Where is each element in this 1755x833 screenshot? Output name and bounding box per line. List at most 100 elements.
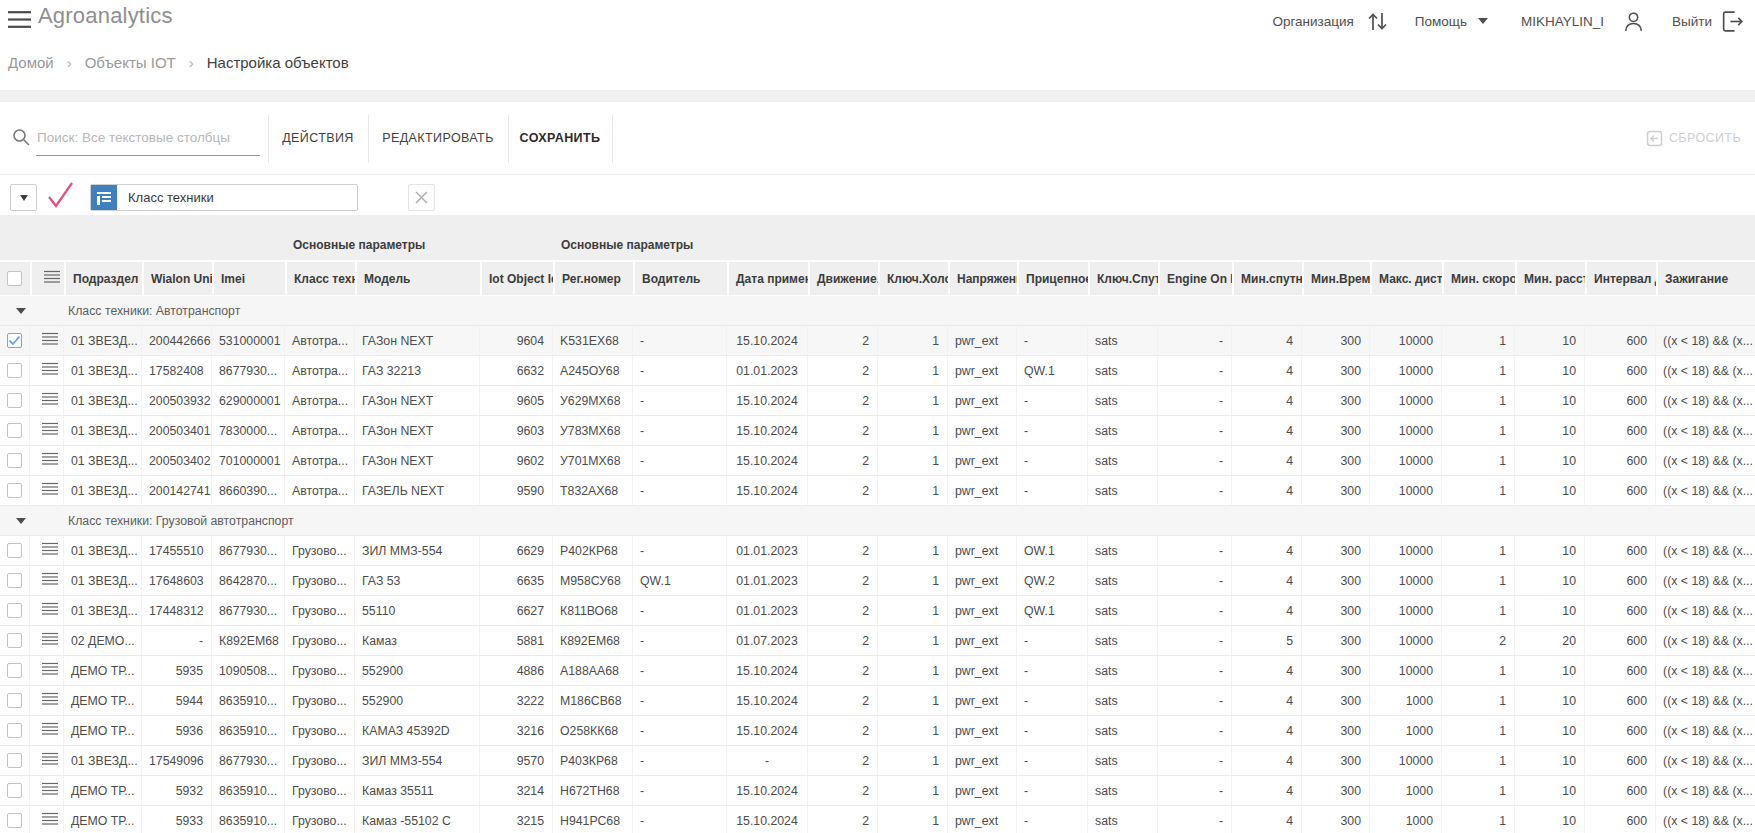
cell[interactable]: 300 <box>1302 536 1370 566</box>
cell[interactable]: sats <box>1088 626 1158 656</box>
cell[interactable]: - <box>633 806 727 833</box>
cell[interactable]: ((x < 18) && (x... <box>1656 446 1755 476</box>
cell[interactable]: ГАЗон NEXT <box>355 326 480 356</box>
cell[interactable]: 300 <box>1302 326 1370 356</box>
cell[interactable]: ЗИЛ ММЗ-554 <box>355 746 480 776</box>
cell[interactable]: - <box>633 716 727 746</box>
cell[interactable]: 300 <box>1302 566 1370 596</box>
cell[interactable]: 2 <box>808 536 878 566</box>
column-header[interactable]: Напряжени <box>948 262 1017 296</box>
cell[interactable]: 4 <box>1232 716 1302 746</box>
cell[interactable]: ((x < 18) && (x... <box>1656 566 1755 596</box>
reset-button[interactable]: СБРОСИТЬ <box>1646 102 1741 174</box>
row-menu-icon[interactable] <box>42 725 58 739</box>
cell[interactable]: 1 <box>878 656 948 686</box>
cell[interactable]: 6635 <box>480 566 553 596</box>
cell[interactable]: 1000 <box>1370 806 1442 833</box>
cell[interactable]: 1 <box>878 476 948 506</box>
filter-input[interactable]: Класс техники <box>90 184 358 211</box>
cell[interactable]: QW.1 <box>633 566 727 596</box>
cell[interactable]: 17648603 <box>142 566 212 596</box>
cell[interactable]: 1 <box>1442 446 1515 476</box>
cell[interactable]: Грузово... <box>285 536 355 566</box>
breadcrumb-home[interactable]: Домой <box>8 54 54 71</box>
cell[interactable]: QW.1 <box>1017 596 1088 626</box>
cell[interactable]: 4 <box>1232 446 1302 476</box>
cell[interactable]: ((x < 18) && (x... <box>1656 326 1755 356</box>
cell[interactable]: pwr_ext <box>948 476 1017 506</box>
cell[interactable]: 15.10.2024 <box>727 656 808 686</box>
cell[interactable]: 15.10.2024 <box>727 716 808 746</box>
cell[interactable]: - <box>1158 536 1232 566</box>
cell[interactable]: 200503402 <box>142 446 212 476</box>
cell[interactable]: 300 <box>1302 596 1370 626</box>
cell[interactable]: 10000 <box>1370 446 1442 476</box>
cell[interactable]: Грузово... <box>285 596 355 626</box>
cell[interactable]: 4 <box>1232 476 1302 506</box>
cell[interactable]: ((x < 18) && (x... <box>1656 386 1755 416</box>
column-header[interactable]: Мин. скоро <box>1442 262 1515 296</box>
cell[interactable]: 600 <box>1585 626 1656 656</box>
cell[interactable]: 8635910... <box>212 776 285 806</box>
cell[interactable]: Т832АХ68 <box>553 476 633 506</box>
cell[interactable]: 1 <box>1442 716 1515 746</box>
cell[interactable]: 6632 <box>480 356 553 386</box>
cell[interactable]: Грузово... <box>285 746 355 776</box>
cell[interactable]: - <box>633 596 727 626</box>
cell[interactable]: 1 <box>878 536 948 566</box>
cell[interactable]: 8642870... <box>212 566 285 596</box>
column-header[interactable]: Imei <box>212 262 285 296</box>
cell[interactable]: pwr_ext <box>948 656 1017 686</box>
cell[interactable]: 10000 <box>1370 746 1442 776</box>
cell[interactable]: sats <box>1088 386 1158 416</box>
cell[interactable]: 1000 <box>1370 716 1442 746</box>
cell[interactable]: - <box>1158 326 1232 356</box>
cell[interactable]: 600 <box>1585 596 1656 626</box>
chevron-down-icon[interactable] <box>1478 18 1488 24</box>
cell[interactable]: 10 <box>1515 566 1585 596</box>
filter-column-icon[interactable] <box>91 185 117 210</box>
cell[interactable]: 15.10.2024 <box>727 686 808 716</box>
cell[interactable]: 10000 <box>1370 476 1442 506</box>
cell[interactable]: Н672ТН68 <box>553 776 633 806</box>
cell[interactable]: pwr_ext <box>948 416 1017 446</box>
row-checkbox[interactable] <box>7 393 22 408</box>
column-header[interactable]: Интервал д <box>1585 262 1656 296</box>
cell[interactable]: 15.10.2024 <box>727 806 808 833</box>
cell[interactable]: sats <box>1088 566 1158 596</box>
cell[interactable]: 01 ЗВЕЗД... <box>64 476 142 506</box>
cell[interactable]: 1 <box>1442 746 1515 776</box>
cell[interactable]: Грузово... <box>285 716 355 746</box>
cell[interactable]: 2 <box>808 806 878 833</box>
cell[interactable]: pwr_ext <box>948 686 1017 716</box>
cell[interactable]: 7830000... <box>212 416 285 446</box>
cell[interactable]: ((x < 18) && (x... <box>1656 536 1755 566</box>
cell[interactable]: 2 <box>808 746 878 776</box>
cell[interactable]: 01 ЗВЕЗД... <box>64 386 142 416</box>
cell[interactable]: - <box>1017 446 1088 476</box>
cell[interactable]: - <box>633 686 727 716</box>
cell[interactable]: 1 <box>878 776 948 806</box>
cell[interactable]: - <box>1158 626 1232 656</box>
cell[interactable]: 1 <box>1442 386 1515 416</box>
cell[interactable]: QW.2 <box>1017 566 1088 596</box>
row-menu-icon[interactable] <box>42 485 58 499</box>
row-checkbox[interactable] <box>7 603 22 618</box>
cell[interactable]: 600 <box>1585 716 1656 746</box>
cell[interactable]: 1 <box>878 326 948 356</box>
cell[interactable]: Грузово... <box>285 656 355 686</box>
cell[interactable]: 2 <box>808 686 878 716</box>
row-menu-icon[interactable] <box>42 575 58 589</box>
cell[interactable]: А245ОУ68 <box>553 356 633 386</box>
cell[interactable]: 1 <box>878 416 948 446</box>
cell[interactable]: pwr_ext <box>948 596 1017 626</box>
cell[interactable]: Автотра... <box>285 416 355 446</box>
cell[interactable]: 8635910... <box>212 686 285 716</box>
filter-dropdown-button[interactable] <box>10 184 37 211</box>
cell[interactable]: 01 ЗВЕЗД... <box>64 596 142 626</box>
row-checkbox[interactable] <box>7 363 22 378</box>
cell[interactable]: pwr_ext <box>948 806 1017 833</box>
cell[interactable]: 552900 <box>355 686 480 716</box>
cell[interactable]: - <box>1017 806 1088 833</box>
cell[interactable]: 10 <box>1515 686 1585 716</box>
